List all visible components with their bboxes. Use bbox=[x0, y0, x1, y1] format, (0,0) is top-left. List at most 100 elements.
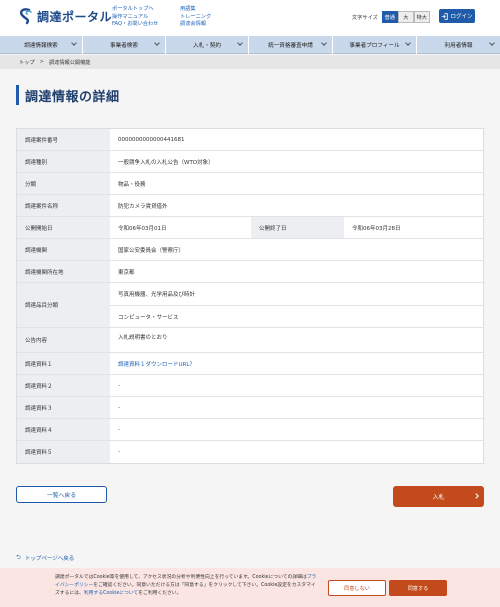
back-to-list-label: 一覧へ戻る bbox=[47, 493, 76, 499]
nav-item-label: 統一資格審査申請 bbox=[268, 43, 313, 49]
breadcrumb: トップ > 調達情報公開機能 bbox=[0, 55, 500, 69]
doc-5-value: - bbox=[118, 449, 120, 455]
nav-item-label: 入札・契約 bbox=[193, 43, 221, 49]
details-table: 調達案件番号 0000000000000441681 調達種別 一般競争入札の入… bbox=[16, 128, 484, 464]
login-icon bbox=[442, 12, 449, 20]
doc-2-value: - bbox=[118, 382, 120, 389]
field-label: 調達資料３ bbox=[17, 397, 110, 418]
table-row: 調達機関所在地 東京都 bbox=[17, 261, 483, 283]
chevron-down-icon bbox=[154, 40, 160, 46]
start-date-value: 令和06年03月01日 bbox=[118, 225, 167, 232]
breadcrumb-separator: > bbox=[39, 59, 44, 65]
header-links-secondary: 用語集 トレーニング 調達会情報 bbox=[180, 6, 211, 29]
chevron-down-icon bbox=[71, 40, 77, 46]
location-value: 東京都 bbox=[118, 269, 135, 276]
header-links-primary: ポータルトップへ 操作マニュアル FAQ・お問い合わせ bbox=[112, 6, 158, 29]
cookie-deny-button[interactable]: 同意しない bbox=[328, 580, 386, 596]
nav-item-qualification[interactable]: 統一資格審査申請 bbox=[249, 36, 333, 54]
field-label: 公開終了日 bbox=[251, 217, 344, 238]
field-label: 分類 bbox=[17, 173, 110, 194]
login-label: ログイン bbox=[450, 14, 473, 20]
login-button[interactable]: ログイン bbox=[439, 9, 475, 23]
cookie-settings-link[interactable]: 利用するCookieについて bbox=[84, 591, 138, 596]
chevron-down-icon bbox=[405, 40, 411, 46]
site-logo[interactable]: 調達ポータル bbox=[16, 7, 112, 25]
page-title: 調達情報の詳細 bbox=[25, 89, 120, 105]
period-cell: 令和06年03月01日 公開終了日 令和06年03月28日 bbox=[110, 217, 483, 238]
table-row: 調達機関 国家公安委員会（警察庁） bbox=[17, 239, 483, 261]
doc-4-value: - bbox=[118, 426, 120, 433]
bid-button[interactable]: 入札 bbox=[393, 486, 484, 507]
end-date-value: 令和06年03月28日 bbox=[352, 225, 401, 232]
font-size-xlarge-button[interactable]: 特大 bbox=[413, 11, 430, 23]
title-accent-bar bbox=[16, 85, 19, 105]
logo-mark-icon bbox=[16, 7, 34, 25]
link-portal-top[interactable]: ポータルトップへ bbox=[112, 6, 158, 14]
link-glossary[interactable]: 用語集 bbox=[180, 6, 211, 14]
cookie-text-part3: をご利用ください。 bbox=[138, 591, 182, 596]
link-procurement-info[interactable]: 調達会情報 bbox=[180, 21, 211, 29]
cookie-text-part1: 調達ポータルではCookie等を使用して、アクセス状況の分析や利便性向上を行って… bbox=[55, 575, 307, 580]
category-value: 物品・役務 bbox=[118, 181, 146, 188]
org-value: 国家公安委員会（警察庁） bbox=[118, 247, 185, 254]
page-title-wrap: 調達情報の詳細 bbox=[16, 85, 120, 105]
field-label: 調達資料１ bbox=[17, 353, 110, 374]
font-size-large-button[interactable]: 大 bbox=[397, 11, 414, 23]
back-to-top-link[interactable]: ⮌ トップページへ戻る bbox=[16, 553, 74, 563]
field-label: 調達資料４ bbox=[17, 419, 110, 440]
font-size-label: 文字サイズ bbox=[352, 14, 378, 21]
cookie-message: 調達ポータルではCookie等を使用して、アクセス状況の分析や利便性向上を行って… bbox=[55, 574, 317, 598]
nav-item-bid-contract[interactable]: 入札・契約 bbox=[166, 36, 249, 54]
table-row: 調達資料４ - bbox=[17, 419, 483, 441]
table-row: 調達資料５ - bbox=[17, 441, 483, 463]
nav-item-label: 利用者情報 bbox=[444, 43, 473, 49]
nav-item-label: 事業者検索 bbox=[110, 43, 138, 49]
field-label: 調達資料２ bbox=[17, 375, 110, 396]
link-faq[interactable]: FAQ・お問い合わせ bbox=[112, 21, 158, 29]
table-row: 公告内容 入札説明書のとおり bbox=[17, 328, 483, 353]
link-manual[interactable]: 操作マニュアル bbox=[112, 14, 158, 22]
chevron-down-icon bbox=[237, 40, 243, 46]
field-label: 調達案件名称 bbox=[17, 195, 110, 216]
cookie-accept-button[interactable]: 同意する bbox=[389, 580, 447, 596]
back-to-list-button[interactable]: 一覧へ戻る bbox=[16, 486, 107, 503]
doc-3-value: - bbox=[118, 404, 120, 411]
nav-item-search[interactable]: 調達情報検索 bbox=[0, 36, 83, 54]
cookie-banner: 調達ポータルではCookie等を使用して、アクセス状況の分析や利便性向上を行って… bbox=[0, 568, 500, 607]
breadcrumb-current: 調達情報公開機能 bbox=[48, 59, 91, 66]
nav-item-business-profile[interactable]: 事業者プロフィール bbox=[333, 36, 417, 54]
nav-item-label: 調達情報検索 bbox=[24, 43, 58, 49]
field-label: 公開開始日 bbox=[17, 217, 110, 238]
item-class-value: 写真用機器、光学用品及び時計 bbox=[118, 292, 196, 298]
table-row: 調達案件番号 0000000000000441681 bbox=[17, 129, 483, 151]
nav-item-business-search[interactable]: 事業者検索 bbox=[83, 36, 166, 54]
case-name-value: 防犯カメラ賃貸借外 bbox=[118, 203, 168, 210]
table-row: 調達資料１ 調達資料１ダウンロードURL？ bbox=[17, 353, 483, 375]
nav-item-label: 事業者プロフィール bbox=[349, 43, 400, 49]
nav-item-user-info[interactable]: 利用者情報 bbox=[417, 36, 500, 54]
bid-label: 入札 bbox=[432, 494, 445, 501]
table-row: 公開開始日 令和06年03月01日 公開終了日 令和06年03月28日 bbox=[17, 217, 483, 239]
site-header: 調達ポータル ポータルトップへ 操作マニュアル FAQ・お問い合わせ 用語集 ト… bbox=[0, 0, 500, 36]
doc-1-cell: 調達資料１ダウンロードURL？ bbox=[110, 353, 483, 374]
doc-1-download-link[interactable]: 調達資料１ダウンロードURL？ bbox=[118, 360, 195, 368]
field-label: 調達機関所在地 bbox=[17, 261, 110, 282]
table-row: 調達種別 一般競争入札の入札公告（WTO対象） bbox=[17, 151, 483, 173]
link-training[interactable]: トレーニング bbox=[180, 14, 211, 22]
case-number-value: 0000000000000441681 bbox=[118, 136, 185, 143]
item-class-value: コンピュータ・サービス bbox=[110, 305, 483, 327]
breadcrumb-home[interactable]: トップ bbox=[19, 59, 35, 66]
field-label: 公告内容 bbox=[17, 328, 110, 352]
chevron-down-icon bbox=[321, 40, 327, 46]
back-to-top-label: トップページへ戻る bbox=[24, 556, 75, 562]
font-size-normal-button[interactable]: 普通 bbox=[381, 11, 398, 23]
type-value: 一般競争入札の入札公告（WTO対象） bbox=[118, 159, 214, 166]
notice-value: 入札説明書のとおり bbox=[118, 335, 168, 341]
chevron-right-icon bbox=[473, 493, 479, 499]
font-size-switcher: 文字サイズ 普通 大 特大 bbox=[352, 11, 430, 23]
field-label: 調達機関 bbox=[17, 239, 110, 260]
table-row: 調達資料３ - bbox=[17, 397, 483, 419]
logo-text: 調達ポータル bbox=[37, 9, 113, 24]
table-row: 調達品目分類 写真用機器、光学用品及び時計 コンピュータ・サービス bbox=[17, 283, 483, 328]
table-row: 調達案件名称 防犯カメラ賃貸借外 bbox=[17, 195, 483, 217]
